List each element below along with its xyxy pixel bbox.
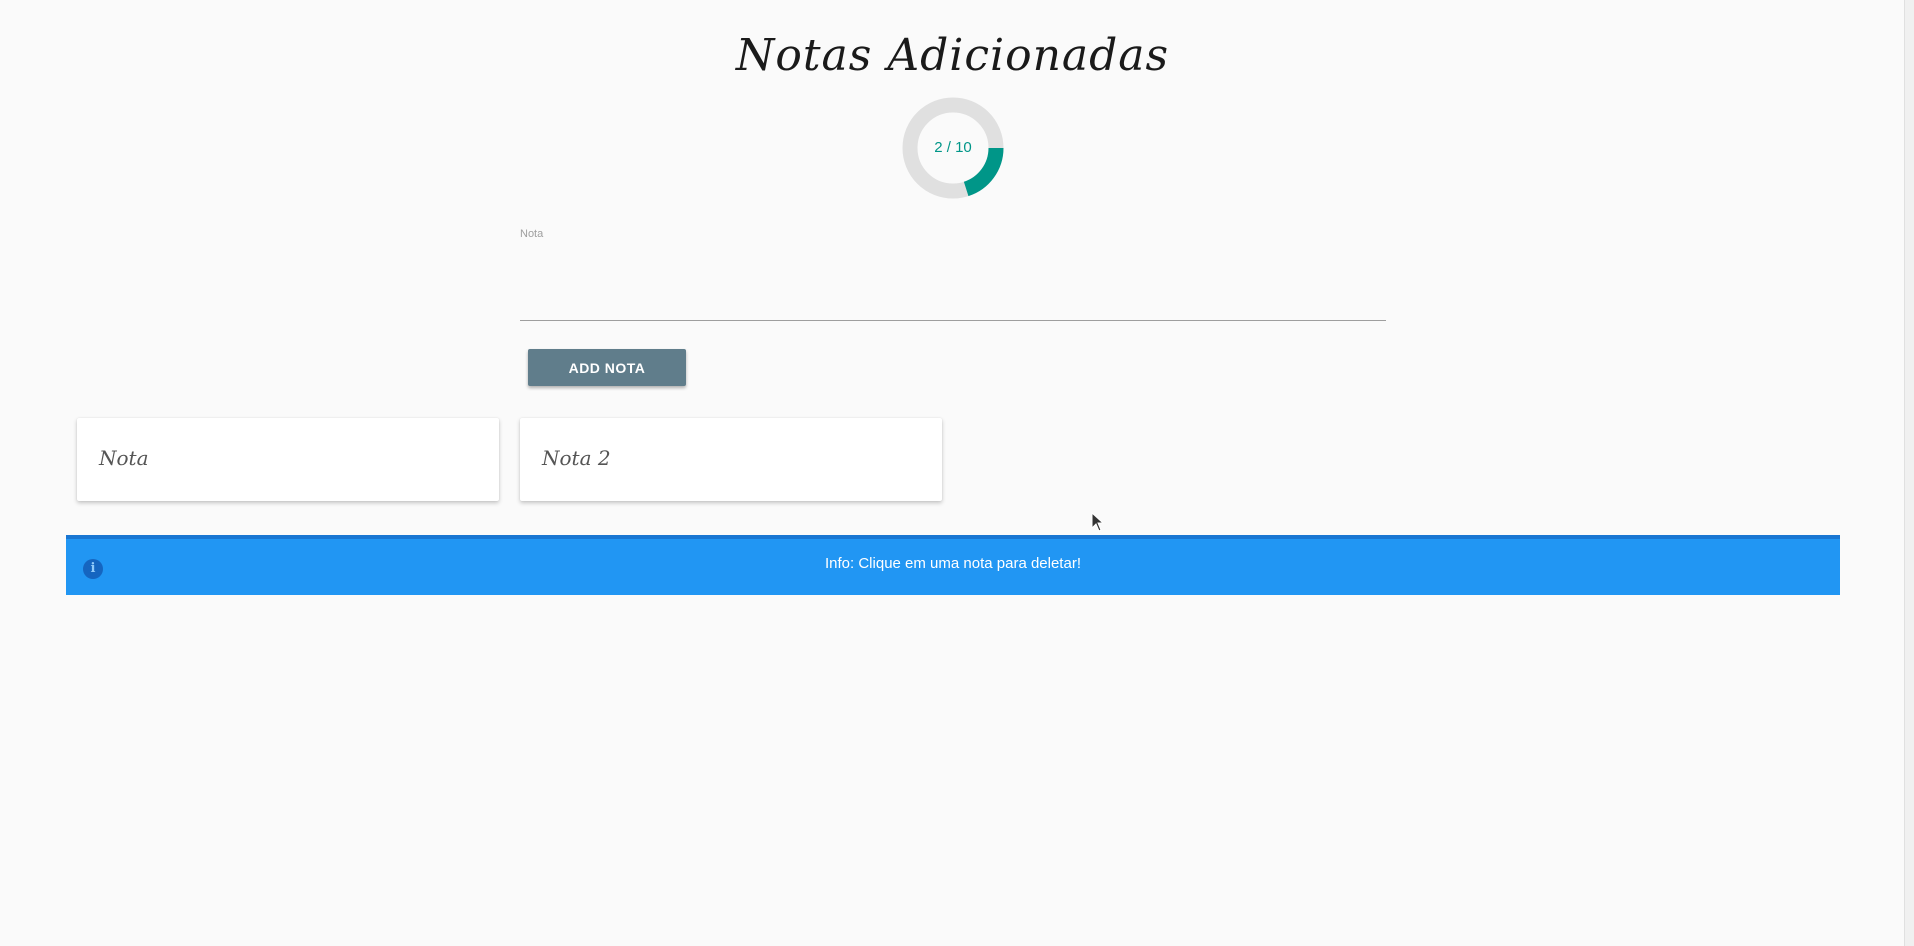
notes-progress-indicator: 2 / 10 [902, 97, 1004, 199]
note-card-text: Nota [99, 446, 149, 470]
note-card[interactable]: Nota 2 [520, 418, 942, 501]
note-input[interactable] [520, 252, 1386, 321]
page: Notas Adicionadas 2 / 10 Nota ADD NOTA N… [0, 0, 1914, 946]
info-message: Info: Clique em uma nota para deletar! [825, 555, 1081, 572]
note-card[interactable]: Nota [77, 418, 499, 501]
page-title: Notas Adicionadas [735, 30, 1170, 81]
info-banner: i Info: Clique em uma nota para deletar! [66, 535, 1840, 595]
note-card-text: Nota 2 [542, 446, 611, 470]
note-field-label: Nota [520, 228, 544, 240]
progress-label: 2 / 10 [934, 139, 972, 156]
add-note-button[interactable]: ADD NOTA [528, 349, 686, 386]
page-scrollbar[interactable] [1904, 0, 1914, 946]
mouse-cursor-icon [1091, 512, 1105, 532]
